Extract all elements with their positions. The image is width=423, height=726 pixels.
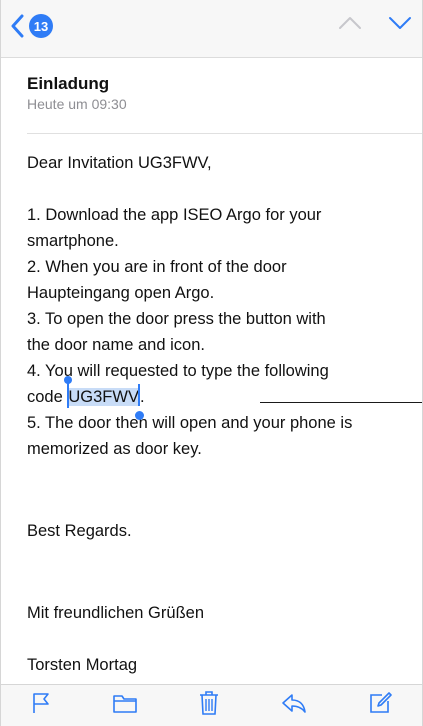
flag-icon[interactable]: [31, 691, 51, 720]
body-line: 3. To open the door press the button wit…: [27, 310, 326, 328]
chevron-up-icon: [339, 17, 361, 29]
chevron-left-icon: [11, 14, 25, 38]
next-message-button[interactable]: [388, 16, 412, 35]
regards-german-text: Mit freundlichen Grüßen: [27, 604, 204, 622]
body-line-code: code UG3FWV.: [27, 376, 419, 420]
regards-text: Best Regards.: [27, 522, 132, 540]
bottom-toolbar: [1, 684, 422, 726]
annotation-line: [260, 402, 422, 403]
navigation-bar: 13: [1, 0, 422, 58]
message-header: Einladung Heute um 09:30: [27, 74, 422, 112]
selected-code[interactable]: UG3FWV: [64, 376, 144, 420]
trash-icon[interactable]: [198, 690, 220, 721]
chevron-down-icon: [389, 17, 411, 29]
body-line: 1. Download the app ISEO Argo for your: [27, 206, 322, 224]
reply-icon[interactable]: [281, 692, 307, 719]
body-line: 5. The door then will open and your phon…: [27, 414, 353, 432]
previous-message-button[interactable]: [338, 16, 362, 35]
body-line: 4. You will requested to type the follow…: [27, 362, 329, 380]
message-subject: Einladung: [27, 74, 110, 93]
message-date: Heute um 09:30: [27, 96, 127, 112]
body-line: smartphone.: [27, 232, 119, 250]
selected-text: UG3FWV: [67, 388, 140, 406]
message-navigation: [338, 16, 412, 35]
folder-icon[interactable]: [112, 692, 138, 719]
body-line: Haupteingang open Argo.: [27, 284, 215, 302]
body-line: 2. When you are in front of the door: [27, 258, 287, 276]
unread-count-badge: 13: [29, 14, 53, 38]
message-body: Dear Invitation UG3FWV, 1. Download the …: [27, 150, 419, 678]
body-line: memorized as door key.: [27, 440, 202, 458]
back-button[interactable]: 13: [11, 14, 53, 38]
selection-end-handle[interactable]: [134, 411, 144, 420]
header-divider: [27, 133, 422, 134]
mail-screen: 13 Einladung Heute um 09:30 Dear Invitat…: [0, 0, 423, 726]
compose-icon[interactable]: [368, 691, 392, 720]
signature-text: Torsten Mortag: [27, 656, 138, 674]
body-line: the door name and icon.: [27, 336, 205, 354]
greeting-text: Dear Invitation UG3FWV,: [27, 154, 212, 172]
